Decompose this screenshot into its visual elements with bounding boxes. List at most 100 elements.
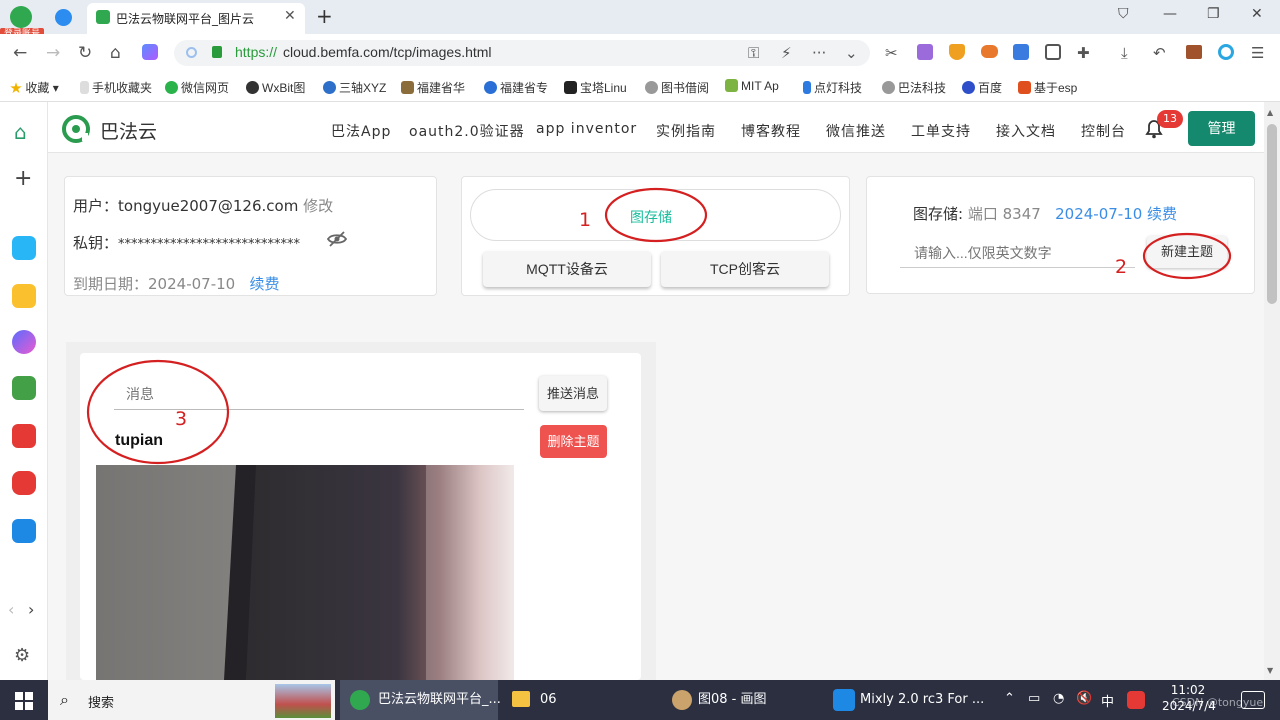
globe-icon <box>645 81 658 94</box>
nav-ticket-support[interactable]: 工单支持 <box>911 121 971 141</box>
bookmark-item[interactable]: 百度 <box>962 79 1002 96</box>
delete-topic-button[interactable]: 删除主题 <box>540 425 607 458</box>
mixly-icon <box>833 689 855 711</box>
close-window-button[interactable]: ✕ <box>1251 6 1263 22</box>
tray-expand-icon[interactable]: ⌃ <box>1004 691 1015 706</box>
undo-icon[interactable]: ↶ <box>1153 44 1166 62</box>
bookmark-item[interactable]: 福建省华 <box>401 79 465 96</box>
browser-logo-icon[interactable] <box>10 6 32 28</box>
nav-app-inventor[interactable]: app inventor <box>536 121 637 137</box>
network-icon[interactable]: ◔ <box>1053 691 1064 706</box>
windows-start-icon[interactable] <box>15 692 33 710</box>
scrollbar-thumb[interactable] <box>1267 124 1277 304</box>
site-logo-text[interactable]: 巴法云 <box>100 117 157 144</box>
edit-link[interactable]: 修改 <box>303 197 333 215</box>
nav-examples[interactable]: 实例指南 <box>656 121 716 141</box>
nav-console[interactable]: 控制台 <box>1081 121 1126 141</box>
ai-note-icon[interactable] <box>12 519 36 543</box>
eye-slash-icon[interactable] <box>326 230 348 248</box>
key-icon[interactable]: ⚿ <box>748 44 759 62</box>
chevron-down-icon[interactable]: ⌄ <box>845 44 858 62</box>
mqtt-cloud-button[interactable]: MQTT设备云 <box>483 251 651 287</box>
bookmark-item[interactable]: 福建省专 <box>484 79 548 96</box>
bookmark-item[interactable]: 手机收藏夹 <box>80 79 152 96</box>
notification-center-icon[interactable] <box>1241 691 1265 709</box>
home-icon[interactable]: ⌂ <box>110 43 121 63</box>
ai-pdf-icon[interactable] <box>12 424 36 448</box>
shirt-skin-icon[interactable]: ⛉ <box>1118 6 1129 22</box>
new-topic-button[interactable]: 新建主题 <box>1147 236 1227 268</box>
collapse-left-icon[interactable]: ‹ <box>8 600 14 619</box>
ime-indicator[interactable]: 中 <box>1101 691 1114 710</box>
minimize-button[interactable]: — <box>1163 6 1177 22</box>
reading-mode-icon[interactable] <box>1045 44 1061 60</box>
ai-assistant-icon[interactable] <box>142 44 158 60</box>
scroll-up-icon[interactable]: ▲ <box>1267 108 1273 117</box>
briefcase-icon[interactable] <box>1186 45 1202 59</box>
bookmark-item[interactable]: 巴法科技 <box>882 79 946 96</box>
scissors-icon[interactable]: ✂ <box>885 44 898 62</box>
url-text[interactable]: cloud.bemfa.com/tcp/images.html <box>283 44 492 60</box>
ai-chat-icon[interactable] <box>12 330 36 354</box>
settings-gear-icon[interactable]: ⚙ <box>14 645 30 666</box>
bookmark-item[interactable]: 微信网页 <box>165 79 229 96</box>
image-storage-label[interactable]: 图存储 <box>630 207 672 227</box>
bemfa-logo-icon[interactable] <box>62 115 90 143</box>
add-icon[interactable]: + <box>14 166 32 191</box>
notification-badge: 13 <box>1157 110 1183 128</box>
nav-wechat-push[interactable]: 微信推送 <box>826 121 886 141</box>
gamepad-icon[interactable] <box>981 45 998 58</box>
bookmark-item[interactable]: MIT Ap <box>725 79 779 93</box>
ai-video-icon[interactable] <box>12 471 36 495</box>
battery-icon[interactable]: ▭ <box>1028 691 1040 706</box>
tab-close-icon[interactable]: ✕ <box>284 8 296 24</box>
new-tab-button[interactable]: + <box>316 4 333 28</box>
nav-oauth[interactable]: oauth2.0验证器 <box>409 121 525 141</box>
bookmark-item[interactable]: 点灯科技 <box>803 79 862 96</box>
manage-button[interactable]: 管理 <box>1188 111 1255 146</box>
more-dots-icon[interactable]: ··· <box>812 44 826 62</box>
phone-icon <box>80 81 89 94</box>
shield-icon[interactable] <box>949 44 965 60</box>
maximize-button[interactable]: ❐ <box>1207 6 1220 22</box>
sogou-ime-icon[interactable] <box>1127 691 1145 709</box>
renew-link[interactable]: 续费 <box>250 275 280 293</box>
reload-icon[interactable]: ↻ <box>78 43 92 63</box>
sync-icon[interactable] <box>1218 44 1234 60</box>
forward-arrow-icon[interactable]: → <box>46 43 60 63</box>
topic-name-input[interactable] <box>900 238 1135 268</box>
ai-image-icon[interactable] <box>12 376 36 400</box>
site-favicon-icon <box>96 10 110 24</box>
message-input[interactable] <box>114 378 524 410</box>
lightning-icon[interactable]: ⚡ <box>781 44 792 62</box>
ai-extension-icon[interactable] <box>1013 44 1029 60</box>
nav-docs[interactable]: 接入文档 <box>996 121 1056 141</box>
bookmark-item[interactable]: 三轴XYZ <box>323 79 386 96</box>
storage-renew-link[interactable]: 2024-07-10 续费 <box>1055 205 1177 223</box>
translate-icon[interactable] <box>917 44 933 60</box>
globe-icon <box>882 81 895 94</box>
bookmark-item[interactable]: WxBit图 <box>246 79 305 96</box>
scroll-down-icon[interactable]: ▼ <box>1267 666 1273 675</box>
extensions-puzzle-icon[interactable]: ✚ <box>1077 44 1090 62</box>
home-icon[interactable]: ⌂ <box>14 120 27 144</box>
tcp-cloud-button[interactable]: TCP创客云 <box>661 251 829 287</box>
star-icon[interactable] <box>12 284 36 308</box>
nav-blog[interactable]: 博客教程 <box>741 121 801 141</box>
bookmark-item[interactable]: 基于esp <box>1018 79 1077 96</box>
bookmark-item[interactable]: 图书借阅 <box>645 79 709 96</box>
back-arrow-icon[interactable]: ← <box>13 43 27 63</box>
nav-bafa-app[interactable]: 巴法App <box>331 121 391 141</box>
send-message-button[interactable]: 推送消息 <box>539 376 607 411</box>
address-bar[interactable] <box>174 40 870 66</box>
expand-right-icon[interactable]: › <box>28 600 34 619</box>
site-info-icon[interactable] <box>186 47 197 58</box>
volume-muted-icon[interactable]: 🔇 <box>1076 691 1092 706</box>
medical-plus-icon[interactable] <box>12 236 36 260</box>
bookmark-item[interactable]: ★ 收藏 ▾ <box>10 79 59 96</box>
download-icon[interactable]: ⤓ <box>1121 44 1128 62</box>
menu-icon[interactable]: ☰ <box>1251 44 1264 62</box>
bookmark-item[interactable]: 宝塔Linu <box>564 79 627 96</box>
folder-icon <box>512 691 530 707</box>
telegram-icon[interactable] <box>55 9 72 26</box>
